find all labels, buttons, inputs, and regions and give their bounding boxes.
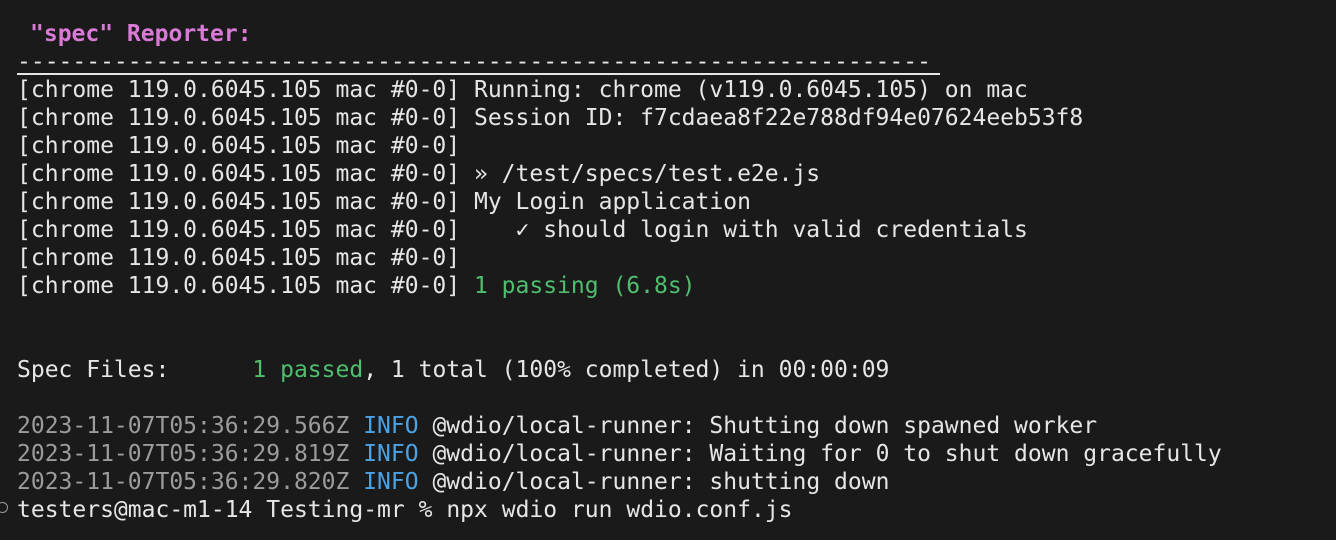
- log-prefix: [chrome 119.0.6045.105 mac #0-0]: [17, 105, 461, 131]
- timestamp: 2023-11-07T05:36:29.820Z: [17, 469, 350, 495]
- prompt-command[interactable]: npx wdio run wdio.conf.js: [446, 497, 792, 523]
- summary-rest: , 1 total (100% completed) in 00:00:09: [363, 357, 890, 383]
- log-prefix: [chrome 119.0.6045.105 mac #0-0]: [17, 273, 461, 299]
- log-prefix: [chrome 119.0.6045.105 mac #0-0]: [17, 217, 461, 243]
- prompt-symbol: %: [418, 497, 433, 523]
- prompt-mark-icon: [0, 502, 8, 513]
- summary-passed: 1 passed: [252, 357, 364, 383]
- prompt-directory: Testing-mr: [266, 497, 405, 523]
- timestamp: 2023-11-07T05:36:29.819Z: [17, 441, 350, 467]
- summary-label: Spec Files:: [17, 357, 170, 383]
- log-line: [chrome 119.0.6045.105 mac #0-0]: [17, 244, 474, 272]
- spec-summary: Spec Files: 1 passed, 1 total (100% comp…: [17, 356, 889, 384]
- info-message: @wdio/local-runner: Waiting for 0 to shu…: [432, 441, 1222, 467]
- separator-underline: [17, 73, 940, 75]
- info-line: 2023-11-07T05:36:29.566Z INFO @wdio/loca…: [17, 412, 1097, 440]
- log-level: INFO: [363, 469, 419, 495]
- log-line: [chrome 119.0.6045.105 mac #0-0] Running…: [17, 76, 1028, 104]
- command-prompt[interactable]: testers@mac-m1-14 Testing-mr % npx wdio …: [17, 496, 793, 524]
- log-text: My Login application: [473, 189, 751, 215]
- info-line: 2023-11-07T05:36:29.820Z INFO @wdio/loca…: [17, 468, 889, 496]
- log-prefix: [chrome 119.0.6045.105 mac #0-0]: [17, 189, 461, 215]
- terminal-window[interactable]: "spec" Reporter: -----------------------…: [0, 0, 1336, 540]
- passing-count: 1 passing (6.8s): [473, 273, 696, 299]
- log-line: [chrome 119.0.6045.105 mac #0-0]: [17, 132, 474, 160]
- log-text: Session ID: f7cdaea8f22e788df94e07624eeb…: [473, 105, 1084, 131]
- separator-line: ----------------------------------------…: [17, 49, 931, 75]
- log-line: [chrome 119.0.6045.105 mac #0-0] ✓ shoul…: [17, 216, 1028, 244]
- prompt-user-host: testers@mac-m1-14: [17, 497, 253, 523]
- info-line: 2023-11-07T05:36:29.819Z INFO @wdio/loca…: [17, 440, 1222, 468]
- timestamp: 2023-11-07T05:36:29.566Z: [17, 413, 350, 439]
- log-prefix: [chrome 119.0.6045.105 mac #0-0]: [17, 77, 461, 103]
- log-level: INFO: [363, 413, 419, 439]
- log-line: [chrome 119.0.6045.105 mac #0-0] 1 passi…: [17, 272, 696, 300]
- test-result-text: ✓ should login with valid credentials: [473, 217, 1028, 243]
- log-text: Running: chrome (v119.0.6045.105) on mac: [473, 77, 1028, 103]
- info-message: @wdio/local-runner: Shutting down spawne…: [432, 413, 1098, 439]
- log-prefix: [chrome 119.0.6045.105 mac #0-0]: [17, 245, 461, 271]
- log-text: » /test/specs/test.e2e.js: [473, 161, 821, 187]
- log-prefix: [chrome 119.0.6045.105 mac #0-0]: [17, 133, 461, 159]
- log-line: [chrome 119.0.6045.105 mac #0-0] » /test…: [17, 160, 820, 188]
- log-prefix: [chrome 119.0.6045.105 mac #0-0]: [17, 161, 461, 187]
- log-line: [chrome 119.0.6045.105 mac #0-0] My Logi…: [17, 188, 751, 216]
- reporter-heading: "spec" Reporter:: [30, 21, 252, 47]
- info-message: @wdio/local-runner: shutting down: [432, 469, 890, 495]
- log-level: INFO: [363, 441, 419, 467]
- log-line: [chrome 119.0.6045.105 mac #0-0] Session…: [17, 104, 1083, 132]
